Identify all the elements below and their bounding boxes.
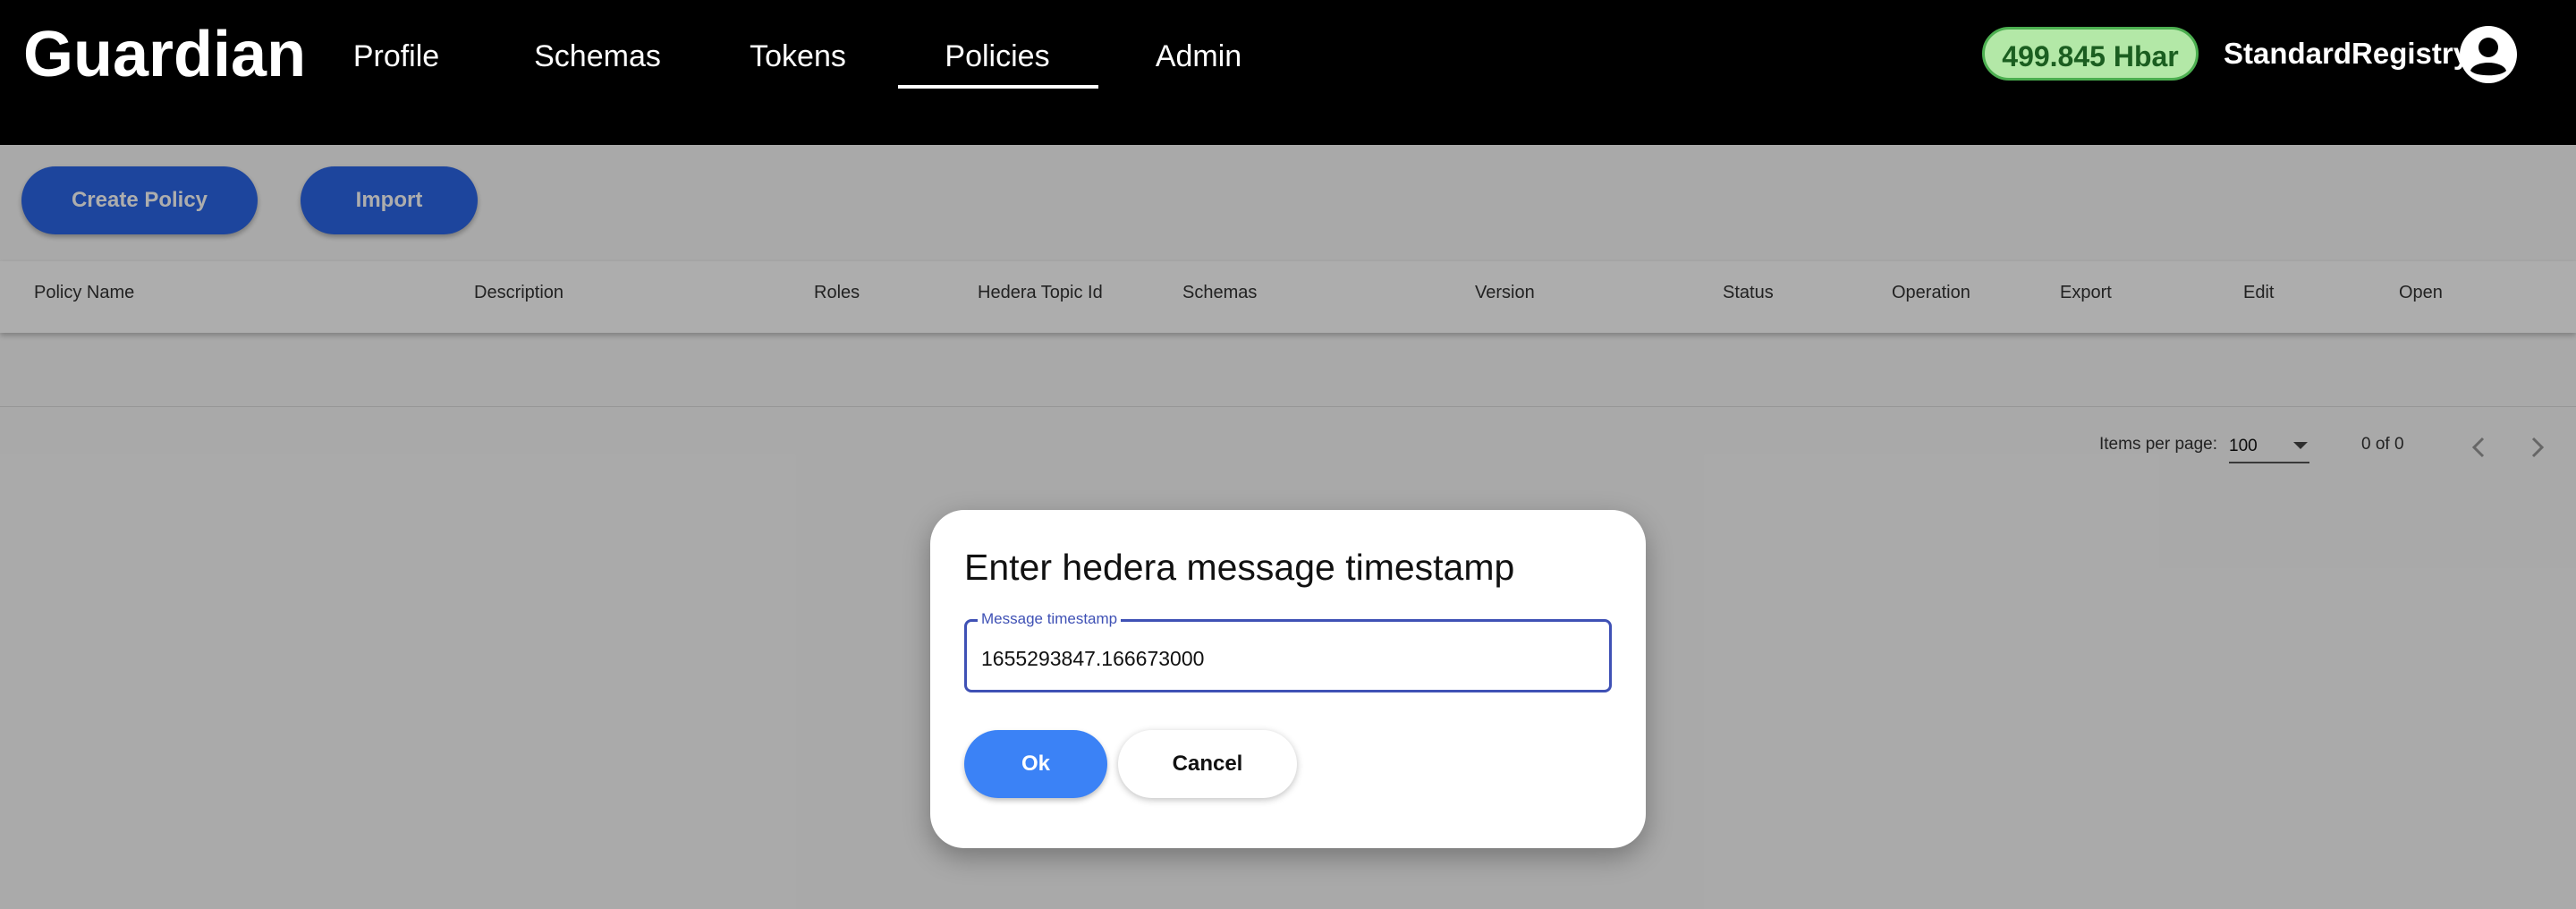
nav-admin[interactable]: Admin: [1148, 32, 1249, 81]
message-timestamp-input[interactable]: [979, 640, 1600, 677]
cancel-button[interactable]: Cancel: [1118, 730, 1297, 798]
app-header: Guardian Profile Schemas Tokens Policies…: [0, 0, 2576, 145]
balance-badge: 499.845 Hbar: [1982, 27, 2199, 81]
dialog-title: Enter hedera message timestamp: [964, 547, 1515, 588]
account-circle-icon[interactable]: [2460, 26, 2517, 83]
nav-policies[interactable]: Policies: [930, 32, 1064, 81]
nav-profile[interactable]: Profile: [345, 32, 447, 81]
username[interactable]: StandardRegistry: [2224, 29, 2470, 79]
nav-tokens[interactable]: Tokens: [744, 32, 852, 81]
nav-schemas[interactable]: Schemas: [530, 32, 665, 81]
app-logo[interactable]: Guardian: [23, 14, 306, 95]
ok-button[interactable]: Ok: [964, 730, 1107, 798]
message-timestamp-field[interactable]: Message timestamp: [964, 609, 1612, 692]
timestamp-dialog: Enter hedera message timestamp Message t…: [930, 510, 1646, 848]
message-timestamp-label: Message timestamp: [978, 609, 1122, 629]
nav-active-indicator: [898, 85, 1098, 89]
